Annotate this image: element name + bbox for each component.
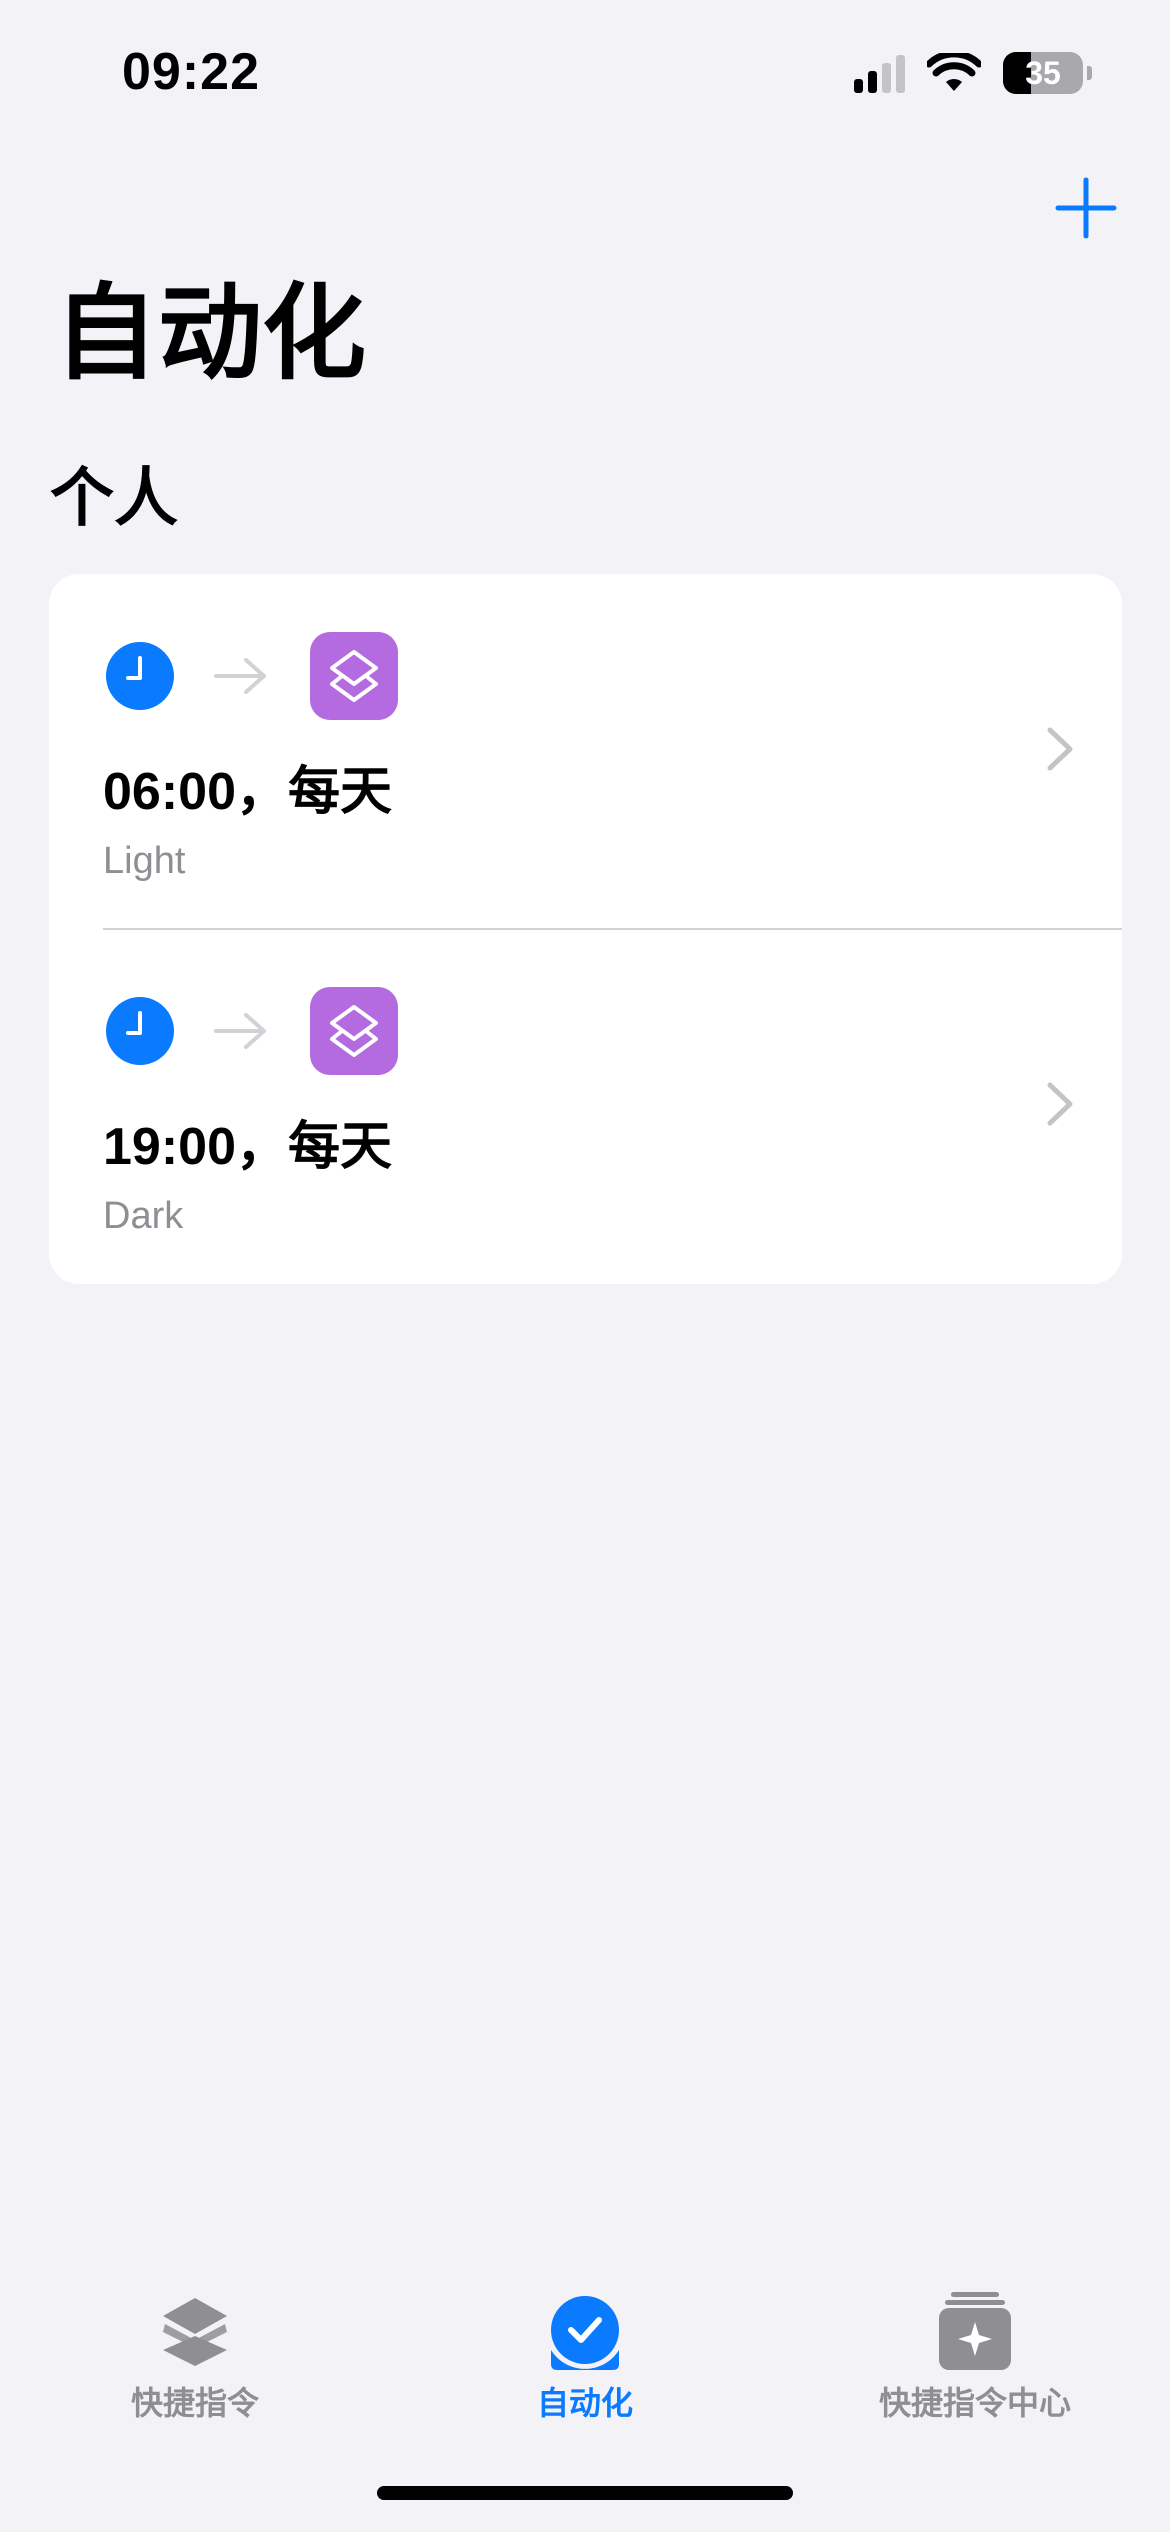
wifi-icon xyxy=(927,53,981,91)
cellular-signal-icon xyxy=(854,53,905,93)
tab-label: 快捷指令 xyxy=(130,2385,259,2421)
chevron-right-icon xyxy=(1047,727,1073,771)
page-title: 自动化 xyxy=(54,276,367,392)
tab-gallery[interactable]: 快捷指令中心 xyxy=(780,2290,1170,2424)
status-time: 09:22 xyxy=(122,43,260,101)
automation-subtitle: Dark xyxy=(103,1195,184,1237)
automation-subtitle: Light xyxy=(103,840,186,882)
automation-icons xyxy=(106,632,398,720)
battery-cap xyxy=(1087,66,1092,80)
arrow-right-icon xyxy=(214,1013,266,1049)
arrow-right-icon xyxy=(214,658,266,694)
gallery-sparkle-icon xyxy=(939,2292,1011,2370)
shortcuts-app-icon xyxy=(310,632,398,720)
automation-row[interactable]: 06:00，每天 Light xyxy=(49,574,1122,930)
automation-icons xyxy=(106,987,398,1075)
automation-check-icon xyxy=(551,2296,619,2370)
add-automation-button[interactable] xyxy=(1054,176,1118,240)
section-header: 个人 xyxy=(50,462,178,534)
chevron-right-icon xyxy=(1047,1082,1073,1126)
shortcuts-app-icon xyxy=(310,987,398,1075)
layers-icon xyxy=(163,2298,227,2366)
automation-list: 06:00，每天 Light 19:00，每天 Dark xyxy=(49,574,1122,1284)
automation-row[interactable]: 19:00，每天 Dark xyxy=(49,929,1122,1284)
tab-label: 自动化 xyxy=(536,2385,633,2421)
clock-icon xyxy=(106,642,174,710)
automation-title: 06:00，每天 xyxy=(103,763,392,821)
battery-icon: 35 xyxy=(1003,52,1083,94)
battery-level: 35 xyxy=(1025,54,1061,91)
tab-label: 快捷指令中心 xyxy=(878,2385,1071,2421)
tab-automation[interactable]: 自动化 xyxy=(390,2290,780,2424)
status-indicators: 35 xyxy=(854,52,1092,94)
automation-title: 19:00，每天 xyxy=(103,1118,392,1176)
home-indicator[interactable] xyxy=(377,2486,793,2500)
clock-icon xyxy=(106,997,174,1065)
tab-shortcuts[interactable]: 快捷指令 xyxy=(0,2290,390,2424)
